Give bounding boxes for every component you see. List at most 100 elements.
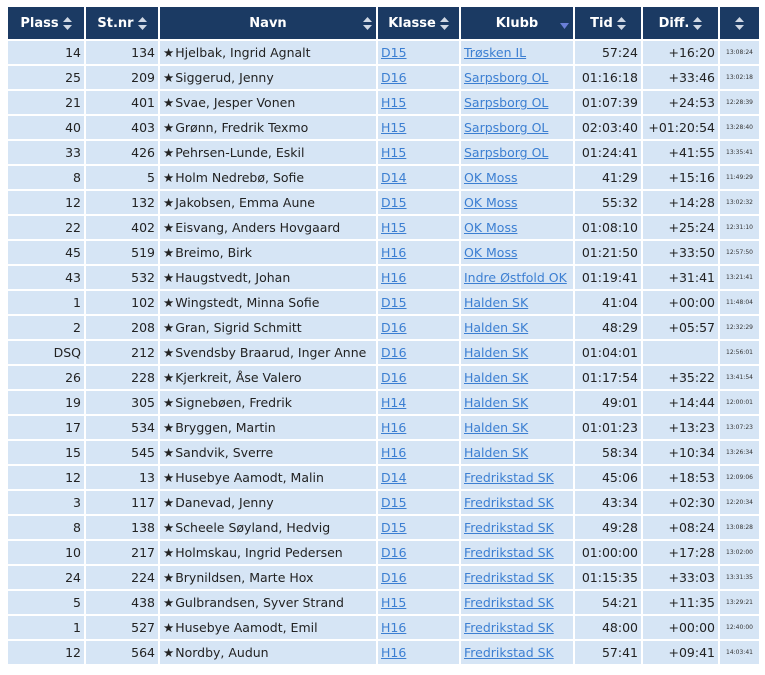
star-icon[interactable]: ★: [163, 295, 174, 310]
star-icon[interactable]: ★: [163, 520, 174, 535]
cell-stnr: 13: [86, 466, 158, 489]
class-link[interactable]: H16: [381, 445, 406, 460]
star-icon[interactable]: ★: [163, 95, 174, 110]
star-icon[interactable]: ★: [163, 545, 174, 560]
star-icon[interactable]: ★: [163, 145, 174, 160]
club-link[interactable]: Indre Østfold OK: [464, 270, 567, 285]
class-link[interactable]: D16: [381, 345, 407, 360]
club-link[interactable]: Trøsken IL: [464, 45, 526, 60]
club-link[interactable]: Halden SK: [464, 320, 528, 335]
class-link[interactable]: D16: [381, 70, 407, 85]
cell-diff: +14:44: [643, 391, 718, 414]
club-link[interactable]: Fredrikstad SK: [464, 645, 554, 660]
club-link[interactable]: Halden SK: [464, 345, 528, 360]
class-link[interactable]: D14: [381, 470, 407, 485]
star-icon[interactable]: ★: [163, 470, 174, 485]
sort-icon: [439, 16, 449, 30]
star-icon[interactable]: ★: [163, 370, 174, 385]
class-link[interactable]: D16: [381, 545, 407, 560]
cell-stnr: 132: [86, 191, 158, 214]
column-header-klubb[interactable]: Klubb: [461, 7, 573, 39]
class-link[interactable]: H15: [381, 145, 406, 160]
club-link[interactable]: Fredrikstad SK: [464, 595, 554, 610]
cell-klasse: D14: [378, 166, 459, 189]
column-header-timestamp[interactable]: [720, 7, 759, 39]
class-link[interactable]: D16: [381, 570, 407, 585]
club-link[interactable]: Sarpsborg OL: [464, 120, 548, 135]
star-icon[interactable]: ★: [163, 620, 174, 635]
star-icon[interactable]: ★: [163, 320, 174, 335]
class-link[interactable]: H16: [381, 645, 406, 660]
club-link[interactable]: Halden SK: [464, 295, 528, 310]
class-link[interactable]: H15: [381, 595, 406, 610]
star-icon[interactable]: ★: [163, 420, 174, 435]
class-link[interactable]: H16: [381, 245, 406, 260]
cell-klasse: H15: [378, 141, 459, 164]
cell-timestamp: 14:03:41: [720, 641, 759, 664]
club-link[interactable]: OK Moss: [464, 220, 517, 235]
class-link[interactable]: D15: [381, 195, 407, 210]
club-link[interactable]: Halden SK: [464, 420, 528, 435]
club-link[interactable]: Sarpsborg OL: [464, 95, 548, 110]
cell-stnr: 209: [86, 66, 158, 89]
club-link[interactable]: Fredrikstad SK: [464, 570, 554, 585]
star-icon[interactable]: ★: [163, 120, 174, 135]
club-link[interactable]: Halden SK: [464, 445, 528, 460]
column-header-stnr[interactable]: St.nr: [86, 7, 158, 39]
class-link[interactable]: H16: [381, 420, 406, 435]
star-icon[interactable]: ★: [163, 195, 174, 210]
runner-name: Svendsby Braarud, Inger Anne: [175, 345, 367, 360]
star-icon[interactable]: ★: [163, 395, 174, 410]
class-link[interactable]: D15: [381, 520, 407, 535]
column-header-navn[interactable]: Navn: [160, 7, 376, 39]
star-icon[interactable]: ★: [163, 570, 174, 585]
club-link[interactable]: Fredrikstad SK: [464, 545, 554, 560]
column-header-plass[interactable]: Plass: [8, 7, 84, 39]
class-link[interactable]: D15: [381, 45, 407, 60]
cell-klubb: Fredrikstad SK: [461, 641, 573, 664]
column-header-tid[interactable]: Tid: [575, 7, 641, 39]
class-link[interactable]: H14: [381, 395, 406, 410]
column-header-diff[interactable]: Diff.: [643, 7, 718, 39]
club-link[interactable]: Fredrikstad SK: [464, 470, 554, 485]
class-link[interactable]: D16: [381, 370, 407, 385]
column-header-klasse[interactable]: Klasse: [378, 7, 459, 39]
club-link[interactable]: Fredrikstad SK: [464, 495, 554, 510]
cell-plass: 5: [8, 591, 84, 614]
cell-navn: ★Bryggen, Martin: [160, 416, 376, 439]
club-link[interactable]: Fredrikstad SK: [464, 520, 554, 535]
star-icon[interactable]: ★: [163, 70, 174, 85]
star-icon[interactable]: ★: [163, 270, 174, 285]
club-link[interactable]: Halden SK: [464, 395, 528, 410]
club-link[interactable]: Fredrikstad SK: [464, 620, 554, 635]
club-link[interactable]: OK Moss: [464, 245, 517, 260]
class-link[interactable]: H16: [381, 620, 406, 635]
class-link[interactable]: D15: [381, 495, 407, 510]
class-link[interactable]: H16: [381, 270, 406, 285]
class-link[interactable]: D15: [381, 295, 407, 310]
star-icon[interactable]: ★: [163, 445, 174, 460]
cell-diff: +35:22: [643, 366, 718, 389]
runner-name: Eisvang, Anders Hovgaard: [175, 220, 341, 235]
club-link[interactable]: Halden SK: [464, 370, 528, 385]
class-link[interactable]: D16: [381, 320, 407, 335]
star-icon[interactable]: ★: [163, 170, 174, 185]
star-icon[interactable]: ★: [163, 220, 174, 235]
class-link[interactable]: H15: [381, 95, 406, 110]
star-icon[interactable]: ★: [163, 595, 174, 610]
star-icon[interactable]: ★: [163, 245, 174, 260]
club-link[interactable]: OK Moss: [464, 170, 517, 185]
class-link[interactable]: D14: [381, 170, 407, 185]
club-link[interactable]: OK Moss: [464, 195, 517, 210]
table-row: 22 402 ★Eisvang, Anders Hovgaard H15 OK Moss…: [8, 216, 759, 239]
star-icon[interactable]: ★: [163, 645, 174, 660]
star-icon[interactable]: ★: [163, 495, 174, 510]
star-icon[interactable]: ★: [163, 345, 174, 360]
club-link[interactable]: Sarpsborg OL: [464, 145, 548, 160]
star-icon[interactable]: ★: [163, 45, 174, 60]
sort-icon: [137, 16, 147, 30]
class-link[interactable]: H15: [381, 220, 406, 235]
club-link[interactable]: Sarpsborg OL: [464, 70, 548, 85]
class-link[interactable]: H15: [381, 120, 406, 135]
cell-klubb: OK Moss: [461, 216, 573, 239]
